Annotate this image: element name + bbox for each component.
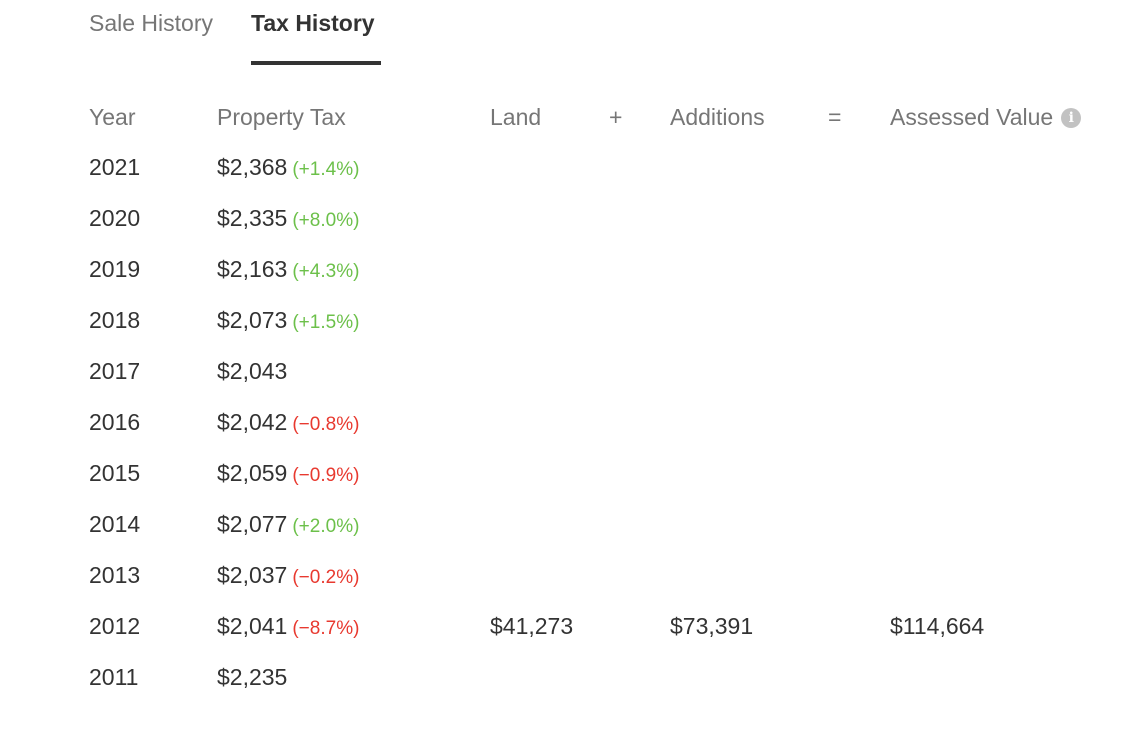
tax-amount: $2,368 bbox=[217, 154, 288, 180]
header-assessed-value: Assessed Value i bbox=[890, 104, 1082, 131]
year-cell: 2016 bbox=[89, 409, 141, 435]
table-row: 2011 $2,235 bbox=[0, 654, 1133, 705]
property-tax-cell: $2,163 (+4.3%) bbox=[217, 256, 359, 283]
year-cell: 2019 bbox=[89, 256, 141, 282]
tax-amount: $2,043 bbox=[217, 358, 288, 384]
year-cell: 2012 bbox=[89, 613, 141, 639]
tax-amount: $2,335 bbox=[217, 205, 288, 231]
tab-tax-history[interactable]: Tax History bbox=[251, 10, 375, 37]
tax-change-badge: (+1.4%) bbox=[292, 159, 360, 180]
header-equals-sign: = bbox=[828, 104, 842, 130]
table-row: 2018 $2,073 (+1.5%) bbox=[0, 297, 1133, 348]
table-row: 2014 $2,077 (+2.0%) bbox=[0, 501, 1133, 552]
property-tax-cell: $2,037 (−0.2%) bbox=[217, 562, 359, 589]
table-row: 2012 $2,041 (−8.7%) $41,273 $73,391 $114,664 bbox=[0, 603, 1133, 654]
year-cell: 2020 bbox=[89, 205, 141, 231]
year-cell: 2013 bbox=[89, 562, 141, 588]
year-cell: 2015 bbox=[89, 460, 141, 486]
table-row: 2016 $2,042 (−0.8%) bbox=[0, 399, 1133, 450]
table-row: 2017 $2,043 bbox=[0, 348, 1133, 399]
info-icon[interactable]: i bbox=[1061, 107, 1082, 128]
year-cell: 2018 bbox=[89, 307, 141, 333]
header-plus-sign: + bbox=[609, 104, 623, 130]
property-tax-cell: $2,335 (+8.0%) bbox=[217, 205, 359, 232]
property-tax-cell: $2,043 bbox=[217, 358, 287, 385]
tax-change-badge: (+1.5%) bbox=[292, 312, 360, 333]
land-value-cell: $41,273 bbox=[490, 613, 574, 639]
tax-amount: $2,041 bbox=[217, 613, 288, 639]
year-cell: 2021 bbox=[89, 154, 141, 180]
table-row: 2015 $2,059 (−0.9%) bbox=[0, 450, 1133, 501]
tax-amount: $2,037 bbox=[217, 562, 288, 588]
header-property-tax: Property Tax bbox=[217, 104, 346, 130]
table-row: 2013 $2,037 (−0.2%) bbox=[0, 552, 1133, 603]
header-assessed-value-label: Assessed Value bbox=[890, 104, 1054, 130]
tax-history-table-body: 2021 $2,368 (+1.4%) 2020 $2,335 (+8.0%) 2019 $2… bbox=[0, 144, 1133, 705]
header-additions: Additions bbox=[670, 104, 765, 130]
additions-value-cell: $73,391 bbox=[670, 613, 754, 639]
table-row: 2021 $2,368 (+1.4%) bbox=[0, 144, 1133, 195]
tab-sale-history[interactable]: Sale History bbox=[89, 10, 213, 37]
table-row: 2019 $2,163 (+4.3%) bbox=[0, 246, 1133, 297]
active-tab-indicator bbox=[251, 61, 381, 65]
tax-amount: $2,077 bbox=[217, 511, 288, 537]
tax-change-badge: (−0.8%) bbox=[292, 414, 360, 435]
property-tax-cell: $2,077 (+2.0%) bbox=[217, 511, 359, 538]
property-tax-cell: $2,042 (−0.8%) bbox=[217, 409, 359, 436]
tax-amount: $2,073 bbox=[217, 307, 288, 333]
tax-amount: $2,235 bbox=[217, 664, 288, 690]
table-row: 2020 $2,335 (+8.0%) bbox=[0, 195, 1133, 246]
tax-change-badge: (−8.7%) bbox=[292, 618, 360, 639]
header-land: Land bbox=[490, 104, 542, 130]
property-tax-cell: $2,235 bbox=[217, 664, 287, 691]
property-tax-cell: $2,368 (+1.4%) bbox=[217, 154, 359, 181]
header-year: Year bbox=[89, 104, 136, 130]
tax-amount: $2,163 bbox=[217, 256, 288, 282]
tax-amount: $2,042 bbox=[217, 409, 288, 435]
tax-change-badge: (+4.3%) bbox=[292, 261, 360, 282]
year-cell: 2011 bbox=[89, 664, 139, 690]
property-tax-cell: $2,073 (+1.5%) bbox=[217, 307, 359, 334]
tax-change-badge: (+8.0%) bbox=[292, 210, 360, 231]
assessed-value-cell: $114,664 bbox=[890, 613, 985, 639]
year-cell: 2014 bbox=[89, 511, 141, 537]
property-tax-cell: $2,059 (−0.9%) bbox=[217, 460, 359, 487]
tax-amount: $2,059 bbox=[217, 460, 288, 486]
property-tax-cell: $2,041 (−8.7%) bbox=[217, 613, 359, 640]
year-cell: 2017 bbox=[89, 358, 141, 384]
tax-change-badge: (+2.0%) bbox=[292, 516, 360, 537]
tax-change-badge: (−0.9%) bbox=[292, 465, 360, 486]
tax-change-badge: (−0.2%) bbox=[292, 567, 360, 588]
